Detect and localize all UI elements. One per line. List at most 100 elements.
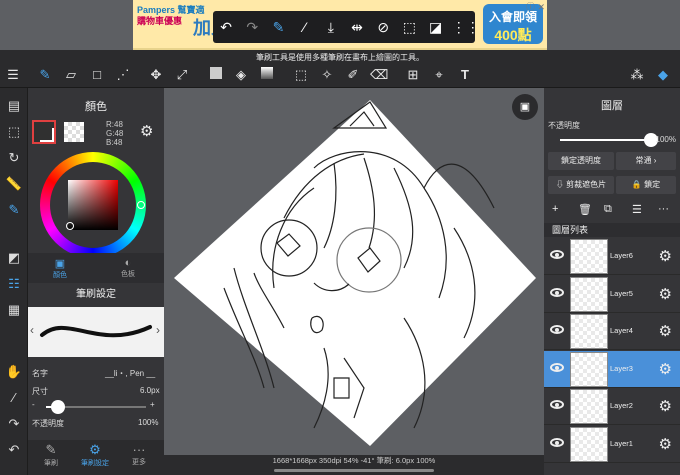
layer-name: Layer6 xyxy=(610,251,633,260)
grip-icon[interactable]: ⋮⋮ xyxy=(452,19,480,36)
bucket-icon[interactable]: ◈ xyxy=(232,66,250,84)
magic-wand-icon[interactable]: ✧ xyxy=(318,66,336,84)
download-icon[interactable]: ⤓ xyxy=(321,19,341,36)
eyedropper-side-icon[interactable]: ⁄ xyxy=(4,388,24,408)
visibility-eye-icon[interactable] xyxy=(550,325,564,334)
layer-row[interactable]: Layer2 ⚙ xyxy=(544,388,680,425)
selection-icon[interactable]: ⬚ xyxy=(4,122,24,142)
ad-close-icon[interactable]: ⓘ ✕ xyxy=(526,0,545,13)
rgb-readout: R:48 G:48 B:48 xyxy=(106,120,123,147)
visibility-eye-icon[interactable] xyxy=(550,287,564,297)
visibility-eye-icon[interactable] xyxy=(550,362,564,372)
brush-list-icon[interactable]: ☷ xyxy=(4,274,24,294)
visibility-eye-icon[interactable] xyxy=(550,437,564,447)
blend-mode-value: 常通 xyxy=(635,156,652,165)
tab-color[interactable]: ▣ 顏色 xyxy=(30,257,90,280)
visibility-eye-icon[interactable] xyxy=(550,400,564,409)
tab-palette[interactable]: ◐ 色板 xyxy=(98,257,158,279)
layer-opacity-slider[interactable] xyxy=(560,133,658,147)
delete-layer-icon[interactable]: 🗑 xyxy=(578,203,592,216)
add-layer-icon[interactable]: + xyxy=(552,203,558,215)
snap-icon[interactable]: ✎ xyxy=(4,200,24,220)
redo-icon[interactable]: ↷ xyxy=(242,19,262,36)
prev-brush-icon[interactable]: ‹ xyxy=(30,323,34,337)
clipping-label: 剪裁遮色片 xyxy=(566,180,607,189)
tab-brush-settings-label: 筆刷設定 xyxy=(81,460,109,467)
layer-settings-gear-icon[interactable]: ⚙ xyxy=(659,285,672,303)
color-wheel-area[interactable] xyxy=(28,148,164,258)
layer-settings-gear-icon[interactable]: ⚙ xyxy=(659,435,672,453)
rectangle-icon[interactable]: □ xyxy=(88,66,106,84)
primary-color-swatch[interactable] xyxy=(32,120,56,144)
duplicate-layer-icon[interactable]: ⧉ xyxy=(604,203,612,216)
pages-icon[interactable]: ▤ xyxy=(4,96,24,116)
frame-divider-icon[interactable]: ⊞ xyxy=(404,66,422,84)
layer-row[interactable]: Layer3 ⚙ xyxy=(544,350,680,388)
layer-settings-gear-icon[interactable]: ⚙ xyxy=(659,397,672,415)
drawing-canvas[interactable]: ▣ xyxy=(164,88,544,455)
rotate-icon[interactable]: ↻ xyxy=(4,148,24,168)
layer-row[interactable]: Layer4 ⚙ xyxy=(544,313,680,350)
color-settings-gear-icon[interactable]: ⚙ xyxy=(140,122,153,140)
size-minus[interactable]: - xyxy=(32,400,35,409)
ruler-icon[interactable]: 📏 xyxy=(4,174,24,194)
layer-more-icon[interactable]: ··· xyxy=(658,203,669,215)
visibility-eye-icon[interactable] xyxy=(550,250,564,259)
layers-icon[interactable]: ◆ xyxy=(654,66,672,84)
layer-row[interactable]: Layer1 ⚙ xyxy=(544,426,680,463)
layer-settings-gear-icon[interactable]: ⚙ xyxy=(659,247,672,265)
saturation-square[interactable] xyxy=(68,180,118,230)
clipping-button[interactable]: ⇩ 剪裁遮色片 xyxy=(548,176,614,194)
move-icon[interactable]: ✥ xyxy=(147,66,165,84)
hand-icon[interactable]: ✋ xyxy=(4,362,24,382)
brush-tool-icon[interactable]: ✎ xyxy=(36,66,54,84)
tab-brush-settings[interactable]: ⚙ 筆刷設定 xyxy=(74,442,116,468)
transform-tool-icon[interactable]: ⤢ xyxy=(173,66,191,84)
brush-tab-icon: ✎ xyxy=(45,442,57,457)
size-plus[interactable]: + xyxy=(150,400,155,409)
undo-icon[interactable]: ↶ xyxy=(216,19,236,36)
tab-brush-label: 筆刷 xyxy=(44,460,58,467)
tab-palette-label: 色板 xyxy=(121,271,135,278)
next-brush-icon[interactable]: › xyxy=(156,323,160,337)
layer-row[interactable]: Layer6 ⚙ xyxy=(544,238,680,275)
brush-icon[interactable]: ✎ xyxy=(268,19,288,36)
brush-size-knob[interactable] xyxy=(51,400,65,414)
materials-icon[interactable]: ⁂ xyxy=(628,66,646,84)
select-eraser-icon[interactable]: ⌫ xyxy=(370,66,388,84)
tab-brush[interactable]: ✎ 筆刷 xyxy=(30,442,72,468)
layer-settings-gear-icon[interactable]: ⚙ xyxy=(659,360,672,378)
layer-list-icon[interactable]: ☰ xyxy=(632,203,642,216)
edit-icon[interactable]: ◪ xyxy=(426,19,446,36)
eraser-icon[interactable]: ▱ xyxy=(62,66,80,84)
fill-color-icon[interactable] xyxy=(207,66,225,84)
layer-row[interactable]: Layer5 ⚙ xyxy=(544,276,680,313)
undo-side-icon[interactable]: ↶ xyxy=(4,440,24,460)
curve-icon[interactable]: ⋰ xyxy=(114,66,132,84)
hue-knob[interactable] xyxy=(137,201,145,209)
layer-settings-gear-icon[interactable]: ⚙ xyxy=(659,322,672,340)
secondary-color-swatch[interactable] xyxy=(64,122,84,142)
menu-icon[interactable]: ☰ xyxy=(4,66,22,84)
gradient-icon[interactable] xyxy=(258,66,276,84)
flip-icon[interactable]: ⇹ xyxy=(347,19,367,36)
lock-button[interactable]: 🔒 鎖定 xyxy=(616,176,676,194)
color-swap-icon[interactable]: ◩ xyxy=(4,248,24,268)
transform-icon[interactable]: ⬚ xyxy=(399,19,419,36)
tab-more[interactable]: ··· 更多 xyxy=(118,442,160,467)
blend-mode-select[interactable]: 常通 › xyxy=(616,152,676,170)
brush-size-slider[interactable] xyxy=(46,400,146,414)
lock-alpha-button[interactable]: 鎖定透明度 xyxy=(548,152,614,170)
select-pen-icon[interactable]: ✐ xyxy=(344,66,362,84)
home-indicator xyxy=(274,469,434,472)
select-icon[interactable]: ⬚ xyxy=(292,66,310,84)
redo-side-icon[interactable]: ↷ xyxy=(4,414,24,434)
eyedropper-icon[interactable]: ⁄ xyxy=(295,19,315,35)
text-tool-icon[interactable]: T xyxy=(456,66,474,84)
navigator-button[interactable]: ▣ xyxy=(512,94,538,120)
rotate-lock-icon[interactable]: ⊘ xyxy=(373,19,393,36)
layer-stack-icon[interactable]: ▦ xyxy=(4,300,24,320)
lasso-icon[interactable]: ⌖ xyxy=(430,66,448,84)
layer-thumbnail xyxy=(570,426,608,462)
color-picker-knob[interactable] xyxy=(66,222,74,230)
